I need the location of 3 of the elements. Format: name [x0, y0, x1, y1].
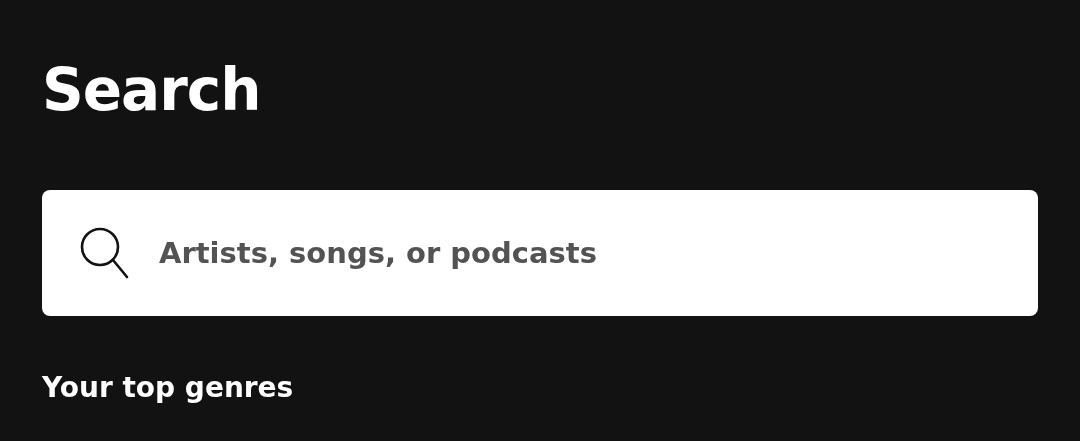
page-title: Search: [42, 55, 262, 126]
search-field[interactable]: Artists, songs, or podcasts: [42, 190, 1038, 316]
section-heading: Your top genres: [42, 370, 295, 406]
